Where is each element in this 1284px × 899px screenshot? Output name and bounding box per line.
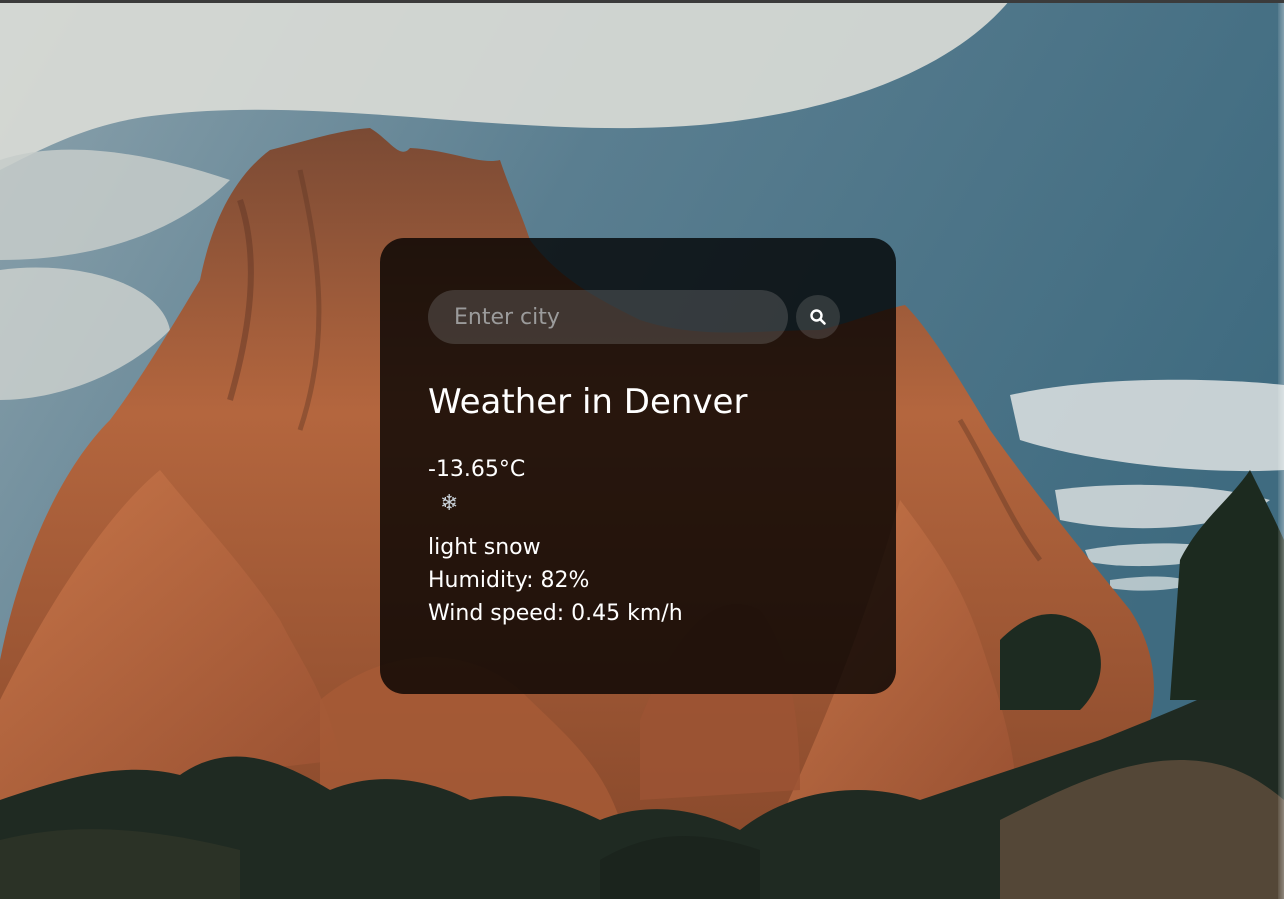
window-top-edge — [0, 0, 1284, 3]
search-bar — [428, 290, 848, 344]
weather-card: Weather in Denver -13.65°C ❄ light snow … — [380, 238, 896, 694]
city-search-input[interactable] — [428, 290, 788, 344]
wind-speed-value: Wind speed: 0.45 km/h — [428, 601, 683, 627]
weather-description: light snow — [428, 535, 541, 561]
search-button[interactable] — [796, 295, 840, 339]
weather-app-page: Weather in Denver -13.65°C ❄ light snow … — [0, 0, 1284, 899]
scrollbar-edge — [1278, 0, 1284, 899]
humidity-value: Humidity: 82% — [428, 568, 590, 594]
search-icon — [810, 309, 826, 325]
snowflake-icon: ❄ — [440, 491, 459, 517]
city-title: Weather in Denver — [428, 382, 748, 422]
weather-details: light snow Humidity: 82% Wind speed: 0.4… — [428, 531, 848, 630]
temperature-value: -13.65°C — [428, 456, 526, 482]
